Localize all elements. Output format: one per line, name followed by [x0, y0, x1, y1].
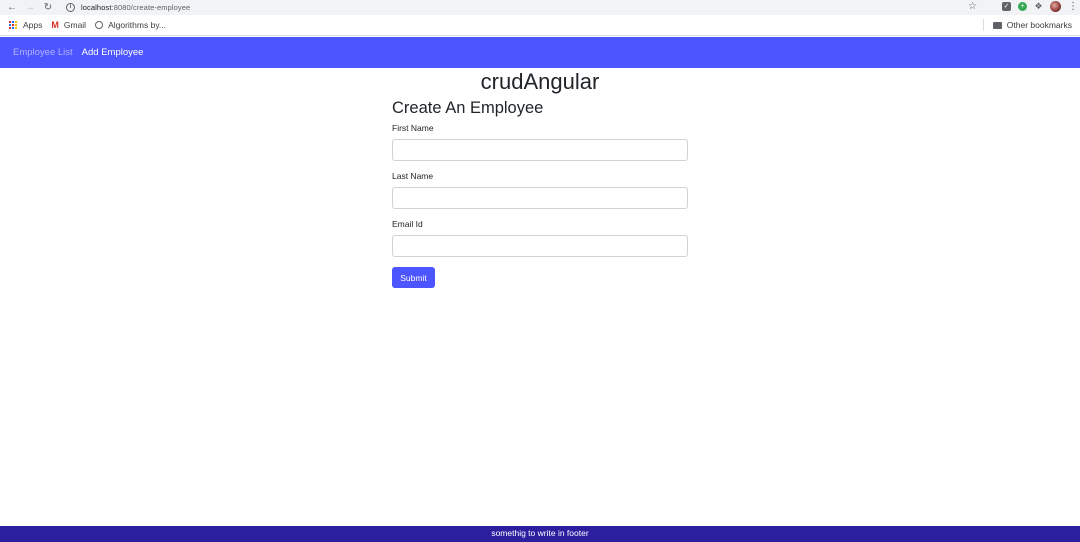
email-group: Email Id: [392, 219, 688, 257]
first-name-group: First Name: [392, 123, 688, 161]
last-name-input[interactable]: [392, 187, 688, 209]
address-bar[interactable]: i localhost:8080/create-employee: [60, 0, 985, 15]
url-host: localhost: [81, 3, 112, 12]
bookmarks-bar: Apps M Gmail Algorithms by... Other book…: [0, 15, 1080, 36]
url-text[interactable]: localhost:8080/create-employee: [81, 3, 190, 12]
email-id-label: Email Id: [392, 219, 423, 229]
page-footer: somethig to write in footer: [0, 526, 1080, 542]
bookmark-label: Algorithms by...: [108, 20, 167, 30]
profile-avatar-icon[interactable]: [1050, 1, 1061, 12]
forward-arrow-icon[interactable]: →: [21, 0, 39, 15]
form-heading: Create An Employee: [392, 99, 544, 117]
bookmark-gmail[interactable]: M Gmail: [51, 20, 86, 30]
app-title: crudAngular: [480, 69, 600, 94]
url-path: :8080/create-employee: [111, 3, 191, 12]
other-bookmarks[interactable]: Other bookmarks: [992, 20, 1072, 30]
other-bookmarks-label: Other bookmarks: [1006, 20, 1072, 30]
reload-icon[interactable]: ↻: [39, 0, 57, 15]
nav-link-employee-list[interactable]: Employee List: [13, 47, 73, 58]
bookmark-label: Gmail: [63, 20, 87, 30]
bookmark-algorithms[interactable]: Algorithms by...: [95, 20, 166, 30]
browser-menu-icon[interactable]: ⋮: [1068, 2, 1078, 12]
last-name-group: Last Name: [392, 171, 688, 209]
browser-toolbar: ← → ↻ i localhost:8080/create-employee ☆…: [0, 0, 1080, 15]
first-name-input[interactable]: [392, 139, 688, 161]
info-icon[interactable]: i: [66, 3, 75, 12]
pocket-extension-icon[interactable]: ✓: [1002, 2, 1011, 11]
back-arrow-icon[interactable]: ←: [3, 0, 21, 15]
create-employee-form: Create An Employee First Name Last Name …: [392, 99, 688, 288]
nav-link-add-employee[interactable]: Add Employee: [82, 47, 144, 58]
gmail-icon: M: [51, 20, 59, 30]
last-name-label: Last Name: [392, 171, 434, 181]
bookmark-star-icon[interactable]: ☆: [968, 1, 977, 12]
email-id-input[interactable]: [392, 235, 688, 257]
app-navbar: Employee List Add Employee: [0, 37, 1080, 68]
extensions-puzzle-icon[interactable]: ❖: [1034, 2, 1043, 11]
bookmark-label: Apps: [23, 20, 43, 30]
first-name-label: First Name: [392, 123, 434, 133]
green-extension-icon[interactable]: +: [1018, 2, 1027, 11]
bookmark-apps[interactable]: Apps: [9, 20, 42, 30]
folder-icon: [992, 21, 1002, 29]
bookmark-separator: [983, 19, 984, 31]
apps-grid-icon: [9, 20, 18, 30]
submit-button[interactable]: Submit: [392, 267, 435, 288]
globe-icon: [95, 21, 104, 29]
